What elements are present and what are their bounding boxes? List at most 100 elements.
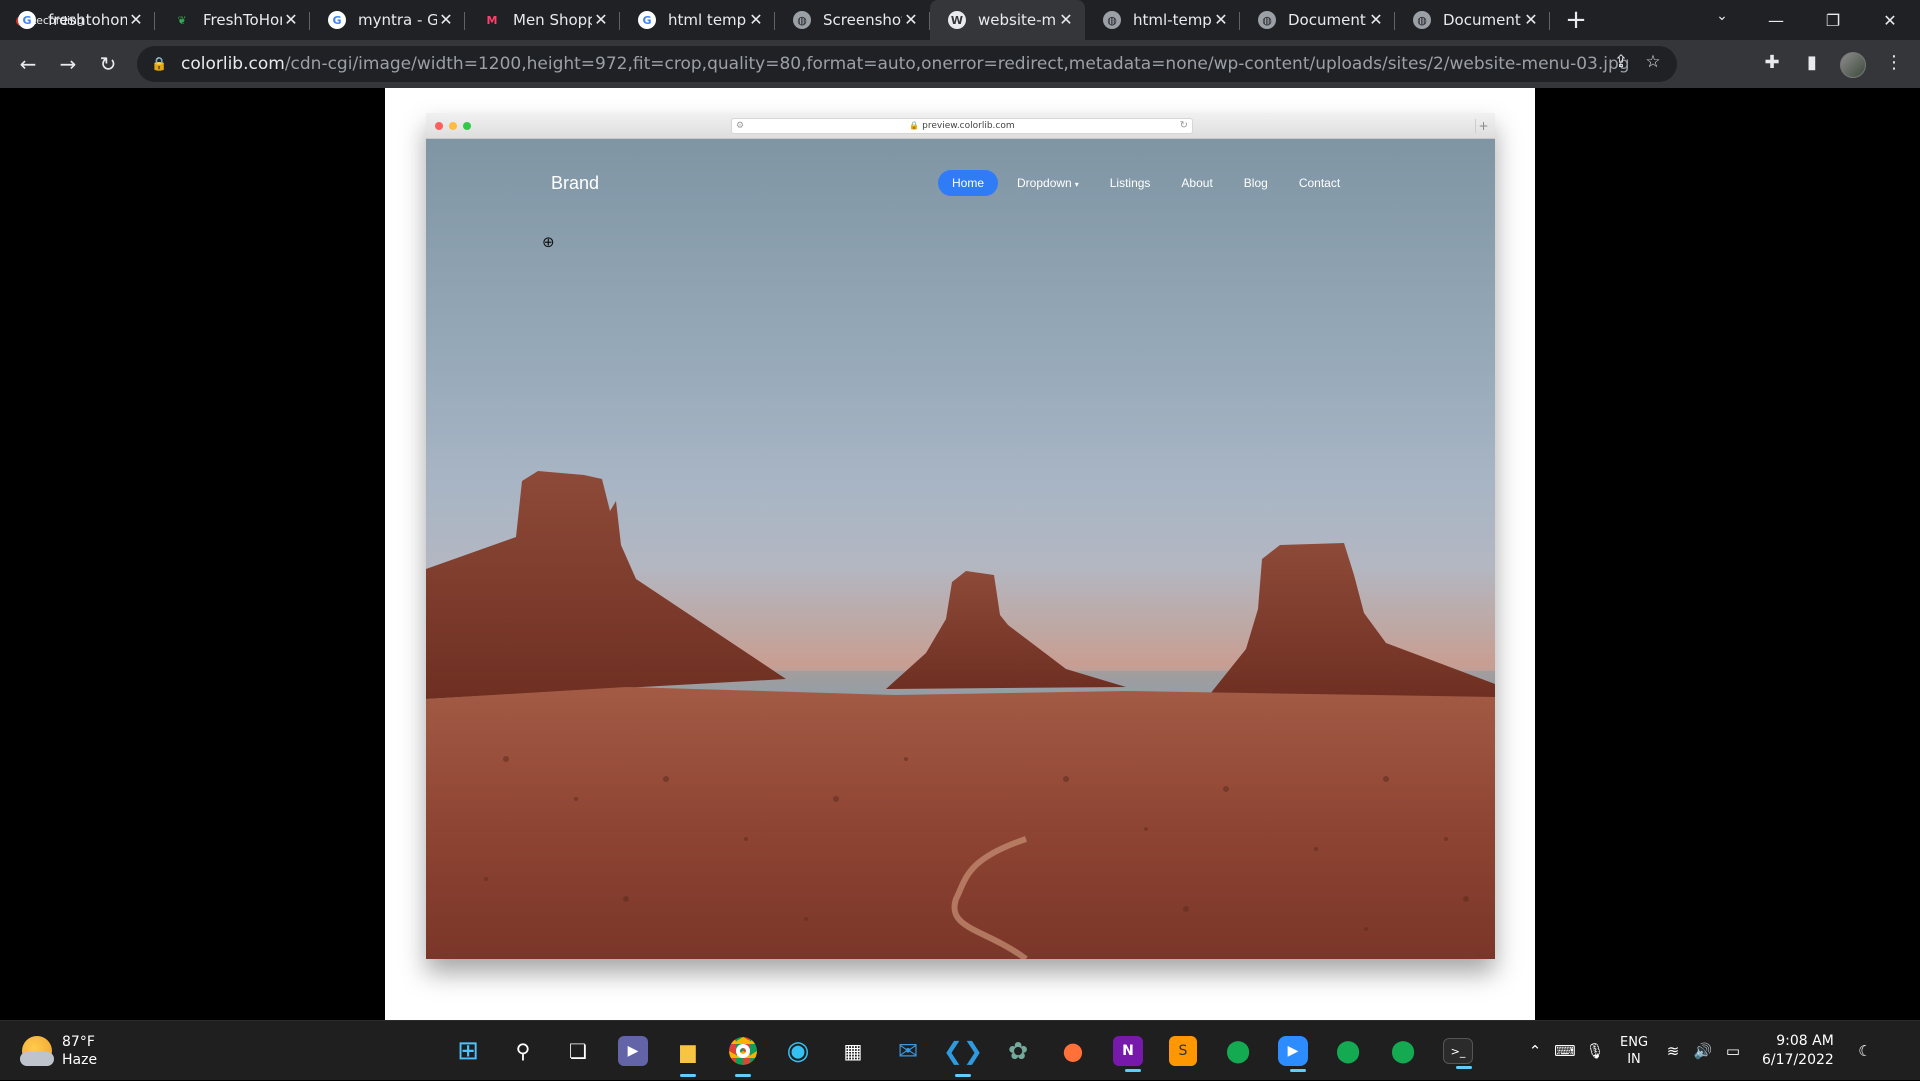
tab-close-icon[interactable]: ✕: [1367, 11, 1385, 29]
tab-0[interactable]: G freshtohom ✕: [0, 0, 155, 40]
battery-icon[interactable]: ▭: [1718, 1042, 1748, 1060]
tab-title: myntra - Gc: [358, 11, 437, 29]
chatgpt-icon[interactable]: ✿: [998, 1031, 1038, 1071]
tab-close-icon[interactable]: ✕: [1057, 11, 1075, 29]
tab-8[interactable]: ◍ Document ✕: [1240, 0, 1395, 40]
running-indicator: [680, 1074, 696, 1077]
tab-close-icon[interactable]: ✕: [592, 11, 610, 29]
tab-close-icon[interactable]: ✕: [437, 11, 455, 29]
nav-item-listings[interactable]: Listings: [1098, 170, 1163, 196]
lock-icon[interactable]: 🔒: [151, 57, 171, 72]
search-icon[interactable]: ⚲: [503, 1031, 543, 1071]
tab-6[interactable]: W website-me ✕: [930, 0, 1085, 40]
edge-icon[interactable]: ◉: [778, 1031, 818, 1071]
running-indicator: [955, 1074, 971, 1077]
tab-4[interactable]: G html templa ✕: [620, 0, 775, 40]
weather-condition: Haze: [62, 1052, 98, 1068]
tab-5[interactable]: ◍ Screenshot ✕: [775, 0, 930, 40]
sublime-icon[interactable]: S: [1169, 1036, 1197, 1066]
reload-button[interactable]: ↻: [88, 44, 128, 84]
weather-widget[interactable]: 87°F Haze: [20, 1033, 98, 1069]
mockup-browser-window: ⚙ 🔒 preview.colorlib.com ↻ + Brand Home …: [426, 113, 1495, 959]
extensions-icon[interactable]: ✚: [1760, 52, 1784, 76]
globe-icon: ◍: [793, 11, 811, 29]
tab-title: website-me: [978, 11, 1057, 29]
new-tab-button[interactable]: +: [1558, 0, 1594, 40]
mockup-close-dot-icon: [435, 122, 443, 130]
address-bar[interactable]: 🔒 colorlib.com /cdn-cgi/image/width=1200…: [137, 46, 1677, 82]
globe-icon: ◍: [1413, 11, 1431, 29]
mockup-titlebar: ⚙ 🔒 preview.colorlib.com ↻ +: [426, 113, 1495, 139]
chevron-up-icon[interactable]: ⌃: [1520, 1042, 1550, 1060]
mongodb-icon[interactable]: ⬤: [1328, 1031, 1368, 1071]
nav-menu: Home Dropdown ▾ Listings About Blog Conta…: [938, 170, 1359, 196]
firefox-icon[interactable]: ●: [1053, 1031, 1093, 1071]
wifi-icon[interactable]: ≋: [1658, 1042, 1688, 1060]
mockup-minimize-dot-icon: [449, 122, 457, 130]
clock[interactable]: 9:08 AM 6/17/2022: [1762, 1032, 1834, 1070]
mail-icon[interactable]: ✉: [888, 1031, 928, 1071]
teams-icon[interactable]: ▶: [618, 1036, 648, 1066]
nav-item-contact[interactable]: Contact: [1287, 170, 1352, 196]
leaf-icon: ❦: [177, 13, 187, 27]
tab-close-icon[interactable]: ✕: [1212, 11, 1230, 29]
microphone-icon[interactable]: 🎙: [1580, 1042, 1610, 1060]
tab-title: FreshToHon: [203, 11, 282, 29]
task-view-icon[interactable]: ❏: [558, 1031, 598, 1071]
region-code: IN: [1627, 1052, 1641, 1067]
mockup-lock-icon: 🔒: [909, 121, 920, 130]
bookmark-star-icon[interactable]: ☆: [1641, 52, 1665, 76]
chrome-icon[interactable]: [723, 1031, 763, 1077]
share-icon[interactable]: ⇪: [1609, 52, 1633, 76]
close-window-button[interactable]: ✕: [1862, 0, 1918, 40]
vscode-icon[interactable]: ❮❯: [943, 1031, 983, 1077]
nav-item-label: Dropdown: [1017, 176, 1072, 190]
mongodb-icon[interactable]: ⬤: [1383, 1031, 1423, 1071]
start-icon[interactable]: ⊞: [448, 1031, 488, 1071]
nav-item-dropdown[interactable]: Dropdown ▾: [1005, 170, 1091, 196]
tab-2[interactable]: G myntra - Gc ✕: [310, 0, 465, 40]
tab-strip: Recording G freshtohom ✕ ❦ FreshToHon ✕ …: [0, 0, 1920, 40]
tab-3[interactable]: M Men Shopp ✕: [465, 0, 620, 40]
hero-background-image: Brand Home Dropdown ▾ Listings About Blog…: [426, 139, 1495, 959]
google-icon: G: [638, 11, 656, 29]
keyboard-icon[interactable]: ⌨: [1550, 1042, 1580, 1060]
tab-close-icon[interactable]: ✕: [127, 11, 145, 29]
mongodb-icon[interactable]: ⬤: [1218, 1031, 1258, 1071]
nav-item-about[interactable]: About: [1169, 170, 1224, 196]
globe-icon: ◍: [1258, 11, 1276, 29]
terminal-icon[interactable]: >_: [1443, 1038, 1473, 1069]
onenote-icon[interactable]: N: [1113, 1036, 1143, 1072]
profile-avatar[interactable]: [1840, 52, 1866, 78]
clock-date: 6/17/2022: [1762, 1052, 1834, 1068]
tab-close-icon[interactable]: ✕: [747, 11, 765, 29]
minimize-button[interactable]: —: [1748, 0, 1804, 40]
notifications-moon-icon[interactable]: ☾: [1850, 1042, 1880, 1060]
nav-item-home[interactable]: Home: [938, 170, 999, 196]
back-button[interactable]: ←: [8, 44, 48, 84]
tab-title: Screenshot: [823, 11, 902, 29]
side-panel-icon[interactable]: ▮: [1800, 52, 1824, 76]
tab-close-icon[interactable]: ✕: [1522, 11, 1540, 29]
tab-7[interactable]: ◍ html-templ ✕: [1085, 0, 1240, 40]
volume-icon[interactable]: 🔊: [1688, 1042, 1718, 1060]
tab-1[interactable]: ❦ FreshToHon ✕: [155, 0, 310, 40]
chrome-menu-icon[interactable]: ⋮: [1882, 52, 1906, 76]
tab-close-icon[interactable]: ✕: [282, 11, 300, 29]
tab-title: html templa: [668, 11, 747, 29]
tab-close-icon[interactable]: ✕: [902, 11, 920, 29]
tab-9[interactable]: ◍ Document ✕: [1395, 0, 1550, 40]
tab-search-chevron-icon[interactable]: ⌄: [1710, 8, 1734, 32]
mockup-reload-icon: ↻: [1179, 120, 1188, 131]
forward-button[interactable]: →: [48, 44, 88, 84]
brand-logo[interactable]: Brand: [551, 173, 599, 194]
nav-item-blog[interactable]: Blog: [1232, 170, 1280, 196]
file-explorer-icon[interactable]: ▆: [668, 1031, 708, 1077]
zoom-icon[interactable]: ▶: [1278, 1036, 1308, 1072]
language-indicator[interactable]: ENG IN: [1620, 1034, 1648, 1068]
desert-landscape-image: [426, 471, 1495, 959]
mockup-plus-icon: +: [1475, 119, 1491, 133]
mockup-url-text: preview.colorlib.com: [922, 121, 1015, 131]
restore-button[interactable]: ❐: [1805, 0, 1861, 40]
store-icon[interactable]: ▦: [833, 1031, 873, 1071]
